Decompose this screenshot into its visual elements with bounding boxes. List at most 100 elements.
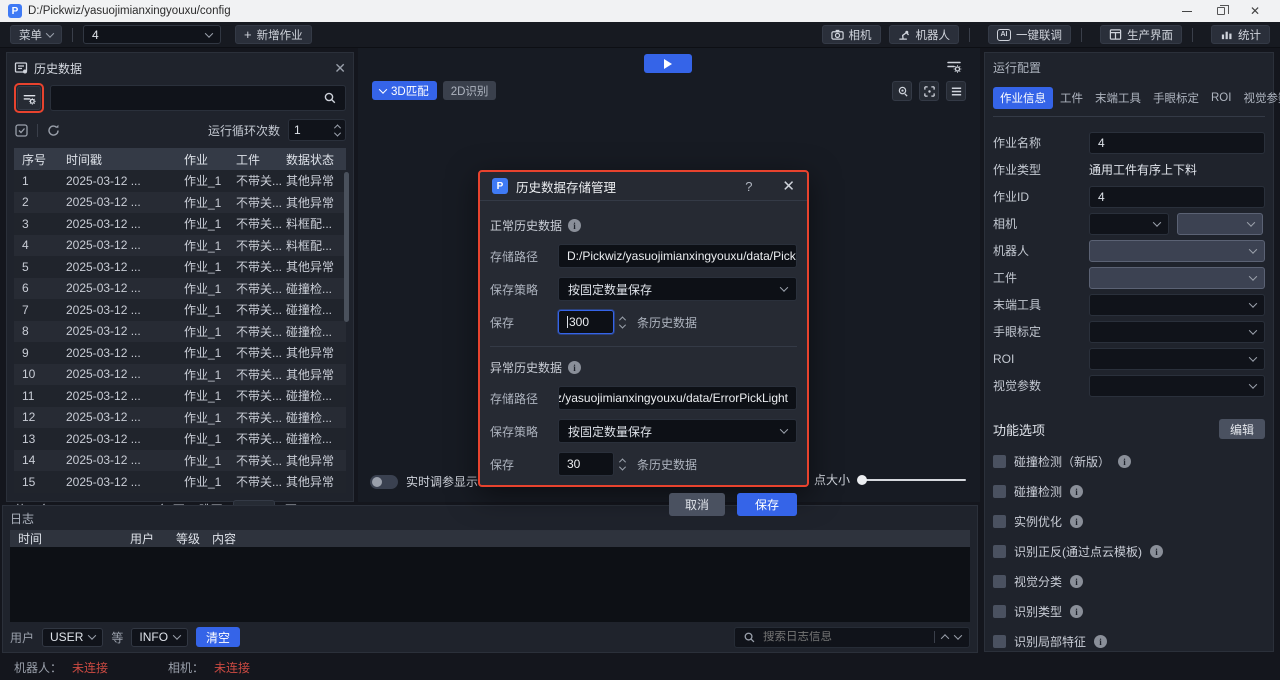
checkbox[interactable] xyxy=(993,605,1006,618)
statistics-button[interactable]: 统计 xyxy=(1211,25,1270,44)
stepper-down-icon[interactable] xyxy=(334,129,341,136)
config-tab[interactable]: 手眼标定 xyxy=(1148,87,1204,109)
info-icon[interactable]: i xyxy=(568,219,581,232)
normal-section-title: 正常历史数据 i xyxy=(490,217,797,234)
normal-strategy-select[interactable]: 按固定数量保存 xyxy=(558,277,797,301)
one-click-debug-button[interactable]: AI 一键联调 xyxy=(988,25,1071,44)
stepper-down-icon[interactable] xyxy=(619,321,626,328)
realtime-params-toggle[interactable] xyxy=(370,475,398,489)
camera-icon xyxy=(831,28,844,41)
info-icon[interactable]: i xyxy=(1094,635,1107,648)
edit-button[interactable]: 编辑 xyxy=(1219,419,1265,439)
config-tab[interactable]: 工件 xyxy=(1055,87,1088,109)
table-row[interactable]: 14 2025-03-12 ... 作业_1 不带关... 其他异常 xyxy=(14,450,346,472)
table-row[interactable]: 3 2025-03-12 ... 作业_1 不带关... 料框配... xyxy=(14,213,346,235)
vision-params-select[interactable] xyxy=(1089,375,1265,397)
checkbox[interactable] xyxy=(993,515,1006,528)
robot-button[interactable]: 机器人 xyxy=(889,25,960,44)
history-search-input[interactable] xyxy=(50,85,346,111)
camera-select-2[interactable] xyxy=(1177,213,1263,235)
search-prev-icon[interactable] xyxy=(941,634,949,642)
close-panel-icon[interactable]: ✕ xyxy=(334,60,346,77)
table-row[interactable]: 11 2025-03-12 ... 作业_1 不带关... 碰撞检... xyxy=(14,385,346,407)
info-icon[interactable]: i xyxy=(1070,485,1083,498)
list-settings-icon xyxy=(22,91,37,106)
workpiece-select[interactable] xyxy=(1089,267,1265,289)
roi-select[interactable] xyxy=(1089,348,1265,370)
job-name-input[interactable]: 4 xyxy=(1089,132,1265,154)
config-tab[interactable]: 作业信息 xyxy=(993,87,1053,109)
production-view-button[interactable]: 生产界面 xyxy=(1100,25,1182,44)
table-row[interactable]: 1 2025-03-12 ... 作业_1 不带关... 其他异常 xyxy=(14,170,346,192)
table-row[interactable]: 8 2025-03-12 ... 作业_1 不带关... 碰撞检... xyxy=(14,321,346,343)
table-row[interactable]: 7 2025-03-12 ... 作业_1 不带关... 碰撞检... xyxy=(14,299,346,321)
info-icon[interactable]: i xyxy=(568,361,581,374)
normal-save-count-input[interactable]: 300 xyxy=(558,310,614,334)
help-icon[interactable]: ? xyxy=(745,179,752,194)
minimize-button[interactable] xyxy=(1170,0,1204,22)
checkbox[interactable] xyxy=(993,455,1006,468)
hand-eye-select[interactable] xyxy=(1089,321,1265,343)
maximize-button[interactable] xyxy=(1204,0,1238,22)
log-content[interactable] xyxy=(10,547,970,622)
table-row[interactable]: 10 2025-03-12 ... 作业_1 不带关... 其他异常 xyxy=(14,364,346,386)
robot-select[interactable] xyxy=(1089,240,1265,262)
table-row[interactable]: 4 2025-03-12 ... 作业_1 不带关... 料框配... xyxy=(14,235,346,257)
info-icon[interactable]: i xyxy=(1150,545,1163,558)
config-tab[interactable]: ROI xyxy=(1206,89,1236,107)
error-strategy-select[interactable]: 按固定数量保存 xyxy=(558,419,797,443)
info-icon[interactable]: i xyxy=(1070,515,1083,528)
slider-thumb[interactable] xyxy=(857,475,867,485)
config-tab[interactable]: 视觉参数 xyxy=(1238,87,1280,109)
filter-settings-button[interactable] xyxy=(17,86,41,110)
checkbox[interactable] xyxy=(993,635,1006,648)
table-row[interactable]: 12 2025-03-12 ... 作业_1 不带关... 碰撞检... xyxy=(14,407,346,429)
table-row[interactable]: 6 2025-03-12 ... 作业_1 不带关... 碰撞检... xyxy=(14,278,346,300)
table-row[interactable]: 2 2025-03-12 ... 作业_1 不带关... 其他异常 xyxy=(14,192,346,214)
log-search-input[interactable] xyxy=(763,631,927,643)
table-scrollbar[interactable] xyxy=(344,172,349,322)
display-settings-button[interactable] xyxy=(942,54,966,78)
camera-view-button[interactable] xyxy=(892,81,912,101)
error-path-input[interactable]: D:/Pickwiz/yasuojimianxingyouxu/data/Err… xyxy=(558,386,797,410)
table-row[interactable]: 13 2025-03-12 ... 作业_1 不带关... 碰撞检... xyxy=(14,428,346,450)
camera-select-1[interactable] xyxy=(1089,213,1169,235)
bounding-box-button[interactable] xyxy=(919,81,939,101)
checkbox[interactable] xyxy=(993,485,1006,498)
normal-path-input[interactable]: D:/Pickwiz/yasuojimianxingyouxu/data/Pic… xyxy=(558,244,797,268)
table-row[interactable]: 9 2025-03-12 ... 作业_1 不带关... 其他异常 xyxy=(14,342,346,364)
job-select[interactable]: 4 xyxy=(83,25,221,44)
table-body: 1 2025-03-12 ... 作业_1 不带关... 其他异常 2 2025… xyxy=(14,170,346,493)
tab-2d-recognition[interactable]: 2D识别 xyxy=(443,81,497,100)
error-save-count-input[interactable]: 30 xyxy=(558,452,614,476)
new-job-button[interactable]: +新增作业 xyxy=(235,25,312,44)
end-tool-select[interactable] xyxy=(1089,294,1265,316)
view-menu-button[interactable] xyxy=(946,81,966,101)
info-icon[interactable]: i xyxy=(1118,455,1131,468)
refresh-button[interactable] xyxy=(46,123,61,138)
save-button[interactable]: 保存 xyxy=(737,493,797,516)
point-size-slider[interactable] xyxy=(858,479,966,481)
table-row[interactable]: 5 2025-03-12 ... 作业_1 不带关... 其他异常 xyxy=(14,256,346,278)
run-button[interactable] xyxy=(644,54,692,73)
dialog-close-icon[interactable]: ✕ xyxy=(782,177,795,195)
config-tab[interactable]: 末端工具 xyxy=(1090,87,1146,109)
clear-log-button[interactable]: 清空 xyxy=(196,627,240,647)
search-next-icon[interactable] xyxy=(954,631,962,639)
tab-3d-match[interactable]: 3D匹配 xyxy=(372,81,437,100)
select-all-button[interactable] xyxy=(14,123,29,138)
info-icon[interactable]: i xyxy=(1070,605,1083,618)
cycle-count-stepper[interactable]: 1 xyxy=(288,119,346,141)
stepper-down-icon[interactable] xyxy=(619,463,626,470)
checkbox[interactable] xyxy=(993,575,1006,588)
cancel-button[interactable]: 取消 xyxy=(669,493,725,516)
level-select[interactable]: INFO xyxy=(131,628,188,647)
user-select[interactable]: USER xyxy=(42,628,103,647)
camera-button[interactable]: 相机 xyxy=(822,25,881,44)
job-id-input[interactable]: 4 xyxy=(1089,186,1265,208)
info-icon[interactable]: i xyxy=(1070,575,1083,588)
menu-button[interactable]: 菜单 xyxy=(10,25,62,44)
close-button[interactable]: ✕ xyxy=(1238,0,1272,22)
table-row[interactable]: 15 2025-03-12 ... 作业_1 不带关... 其他异常 xyxy=(14,471,346,493)
checkbox[interactable] xyxy=(993,545,1006,558)
